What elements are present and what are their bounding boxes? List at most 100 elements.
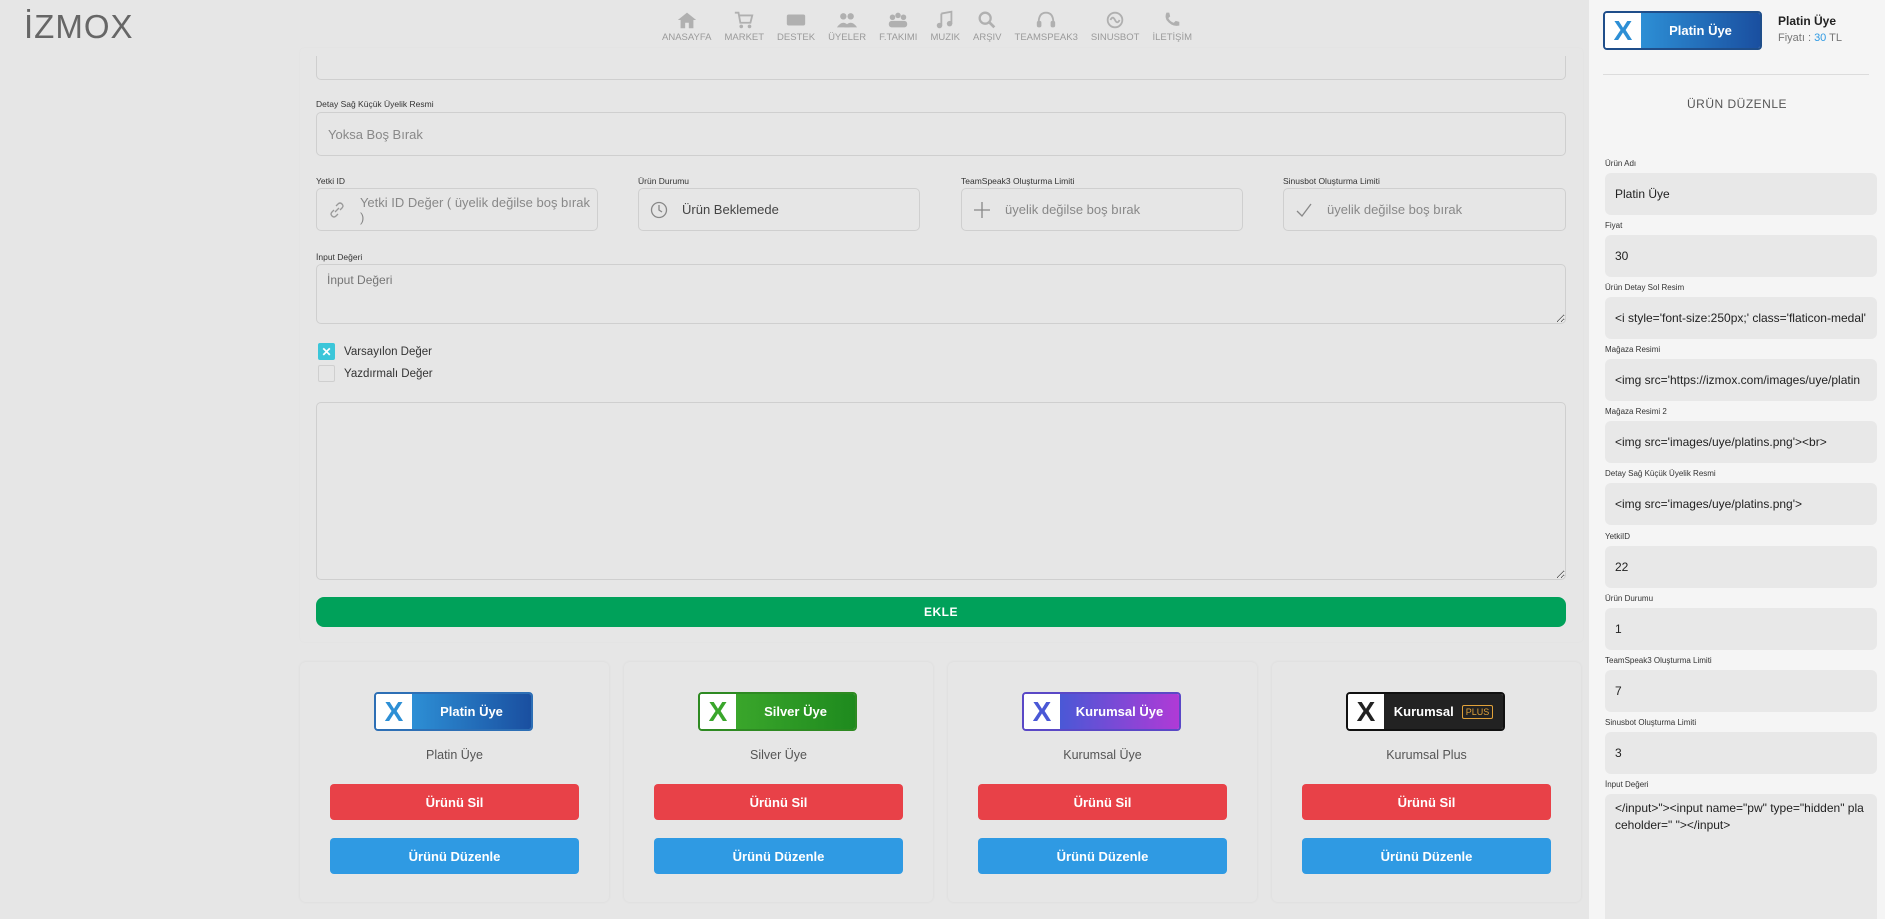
link-icon (328, 201, 346, 219)
home-icon (677, 12, 696, 29)
plus-icon (973, 201, 991, 219)
nav-label: TEAMSPEAK3 (1014, 32, 1078, 43)
product-name: Silver Üye (750, 748, 807, 762)
x-logo-icon: X (376, 694, 412, 729)
durum-select[interactable]: Ürün Beklemede (638, 188, 920, 231)
field-label: İnput Değeri (1605, 780, 1649, 789)
detail-right-image-input[interactable]: <img src='images/uye/platins.png'> (1605, 483, 1877, 525)
product-name: Kurumsal Üye (1063, 748, 1142, 762)
edit-product-button[interactable]: Ürünü Düzenle (654, 838, 903, 874)
price-input[interactable]: 30 (1605, 235, 1877, 277)
nav-item-ftakimi[interactable]: F.TAKIMI (879, 10, 917, 43)
nav-item-teamspeak3[interactable]: TEAMSPEAK3 (1015, 10, 1078, 43)
ts-limit-panel-input[interactable]: 7 (1605, 670, 1877, 712)
nav-label: DESTEK (777, 32, 816, 43)
nav-item-sinusbot[interactable]: SINUSBOT (1091, 10, 1139, 43)
nav-item-muzik[interactable]: MUZIK (930, 10, 960, 43)
delete-product-button[interactable]: Ürünü Sil (978, 784, 1227, 820)
input-value-panel-textarea[interactable]: </input>"><input name="pw" type="hidden"… (1605, 794, 1877, 919)
product-badge-text: Silver Üye (736, 694, 855, 729)
x-logo-icon: X (700, 694, 736, 729)
detail-left-image-input[interactable]: <i style='font-size:250px;' class='flati… (1605, 297, 1877, 339)
delete-product-button[interactable]: Ürünü Sil (1302, 784, 1551, 820)
headset-icon (1037, 11, 1056, 28)
durum-value: Ürün Beklemede (682, 202, 779, 217)
sinus-limit-input[interactable]: üyelik değilse boş bırak (1283, 188, 1566, 231)
product-badge: X Kurumsal Üye (1022, 692, 1181, 731)
checkbox-unchecked-icon[interactable] (318, 365, 335, 382)
product-name: Platin Üye (426, 748, 483, 762)
clock-icon (650, 201, 668, 219)
ts-placeholder: üyelik değilse boş bırak (1005, 202, 1141, 217)
nav-label: F.TAKIMI (879, 32, 918, 43)
store-image-2-input[interactable]: <img src='images/uye/platins.png'><br> (1605, 421, 1877, 463)
field-label: Ürün Detay Sol Resim (1605, 283, 1685, 292)
product-badge: X Kurumsal PLUS (1346, 692, 1505, 731)
edit-product-button[interactable]: Ürünü Düzenle (1302, 838, 1551, 874)
search-icon (978, 11, 996, 29)
nav-label: ARŞIV (973, 32, 1002, 43)
sinus-label: Sinusbot Oluşturma Limiti (1283, 176, 1380, 186)
field-label: TeamSpeak3 Oluşturma Limiti (1605, 656, 1712, 665)
product-name: Kurumsal Plus (1386, 748, 1467, 762)
checkbox-checked-icon[interactable]: ✕ (318, 343, 335, 360)
durum-label: Ürün Durumu (638, 176, 690, 186)
users-icon (836, 13, 858, 28)
store-image-input[interactable]: <img src='https://izmox.com/images/uye/p… (1605, 359, 1877, 401)
add-button[interactable]: EKLE (316, 597, 1566, 627)
panel-heading: ÜRÜN DÜZENLE (1686, 97, 1787, 111)
panel-badge-text: Platin Üye (1641, 13, 1760, 48)
nav-label: MARKET (724, 32, 765, 43)
ticket-icon (786, 14, 806, 26)
field-label: YetkiID (1605, 532, 1631, 541)
product-card: X Kurumsal PLUS Kurumsal Plus Ürünü Sil … (1272, 662, 1581, 902)
checkbox-print-value[interactable]: Yazdırmalı Değer (318, 365, 433, 382)
site-logo[interactable]: İZMOX (24, 8, 134, 46)
product-status-input[interactable]: 1 (1605, 608, 1877, 650)
yetki-input[interactable]: Yetki ID Değer ( üyelik değilse boş bıra… (316, 188, 598, 231)
nav-label: MUZIK (930, 32, 960, 43)
panel-product-title: Platin Üye (1778, 14, 1837, 28)
ts-limit-input[interactable]: üyelik değilse boş bırak (961, 188, 1243, 231)
nav-label: ÜYELER (828, 32, 867, 43)
nav-item-anasayfa[interactable]: ANASAYFA (662, 10, 711, 43)
yetki-placeholder: Yetki ID Değer ( üyelik değilse boş bıra… (359, 194, 590, 225)
content-textarea[interactable] (316, 402, 1566, 580)
product-badge-text: Kurumsal PLUS (1384, 694, 1503, 729)
x-logo-icon: X (1605, 13, 1641, 48)
panel-divider (1603, 74, 1869, 75)
delete-product-button[interactable]: Ürünü Sil (654, 784, 903, 820)
product-name-input[interactable]: Platin Üye (1605, 173, 1877, 215)
field-label: Fiyat (1605, 221, 1623, 230)
detail-image-placeholder: Yoksa Boş Bırak (328, 126, 423, 142)
nav-item-iletisim[interactable]: İLETİŞİM (1152, 10, 1192, 43)
previous-input-field[interactable] (316, 56, 1566, 80)
product-badge-text: Platin Üye (412, 694, 531, 729)
sinus-limit-panel-input[interactable]: 3 (1605, 732, 1877, 774)
price-value: 30 (1814, 32, 1827, 44)
check-icon (1295, 201, 1313, 219)
checkbox-print-label: Yazdırmalı Değer (344, 367, 433, 380)
nav-item-market[interactable]: MARKET (724, 10, 764, 43)
panel-price: Fiyatı : 30 TL (1778, 32, 1842, 44)
nav-item-uyeler[interactable]: ÜYELER (828, 10, 866, 43)
plus-tag: PLUS (1461, 704, 1494, 719)
yetki-id-input[interactable]: 22 (1605, 546, 1877, 588)
detail-image-label: Detay Sağ Küçük Üyelik Resmi (316, 99, 434, 109)
field-label: Mağaza Resimi 2 (1605, 407, 1667, 416)
phone-icon (1165, 12, 1180, 26)
edit-product-button[interactable]: Ürünü Düzenle (978, 838, 1227, 874)
checkbox-default-value[interactable]: ✕ Varsayılon Değer (318, 343, 432, 360)
product-card: X Platin Üye Platin Üye Ürünü Sil Ürünü … (300, 662, 609, 902)
product-card: X Silver Üye Silver Üye Ürünü Sil Ürünü … (624, 662, 933, 902)
badge-label: Kurumsal (1393, 704, 1454, 719)
bot-icon (1106, 11, 1124, 29)
nav-item-destek[interactable]: DESTEK (777, 10, 815, 43)
panel-product-badge: X Platin Üye (1603, 11, 1762, 50)
detail-image-input[interactable]: Yoksa Boş Bırak (316, 112, 1566, 156)
input-value-textarea[interactable] (316, 264, 1566, 324)
nav-item-arsiv[interactable]: ARŞIV (973, 10, 1002, 43)
edit-product-button[interactable]: Ürünü Düzenle (330, 838, 579, 874)
delete-product-button[interactable]: Ürünü Sil (330, 784, 579, 820)
edit-product-panel: X Platin Üye Platin Üye Fiyatı : 30 TL Ü… (1589, 0, 1885, 919)
